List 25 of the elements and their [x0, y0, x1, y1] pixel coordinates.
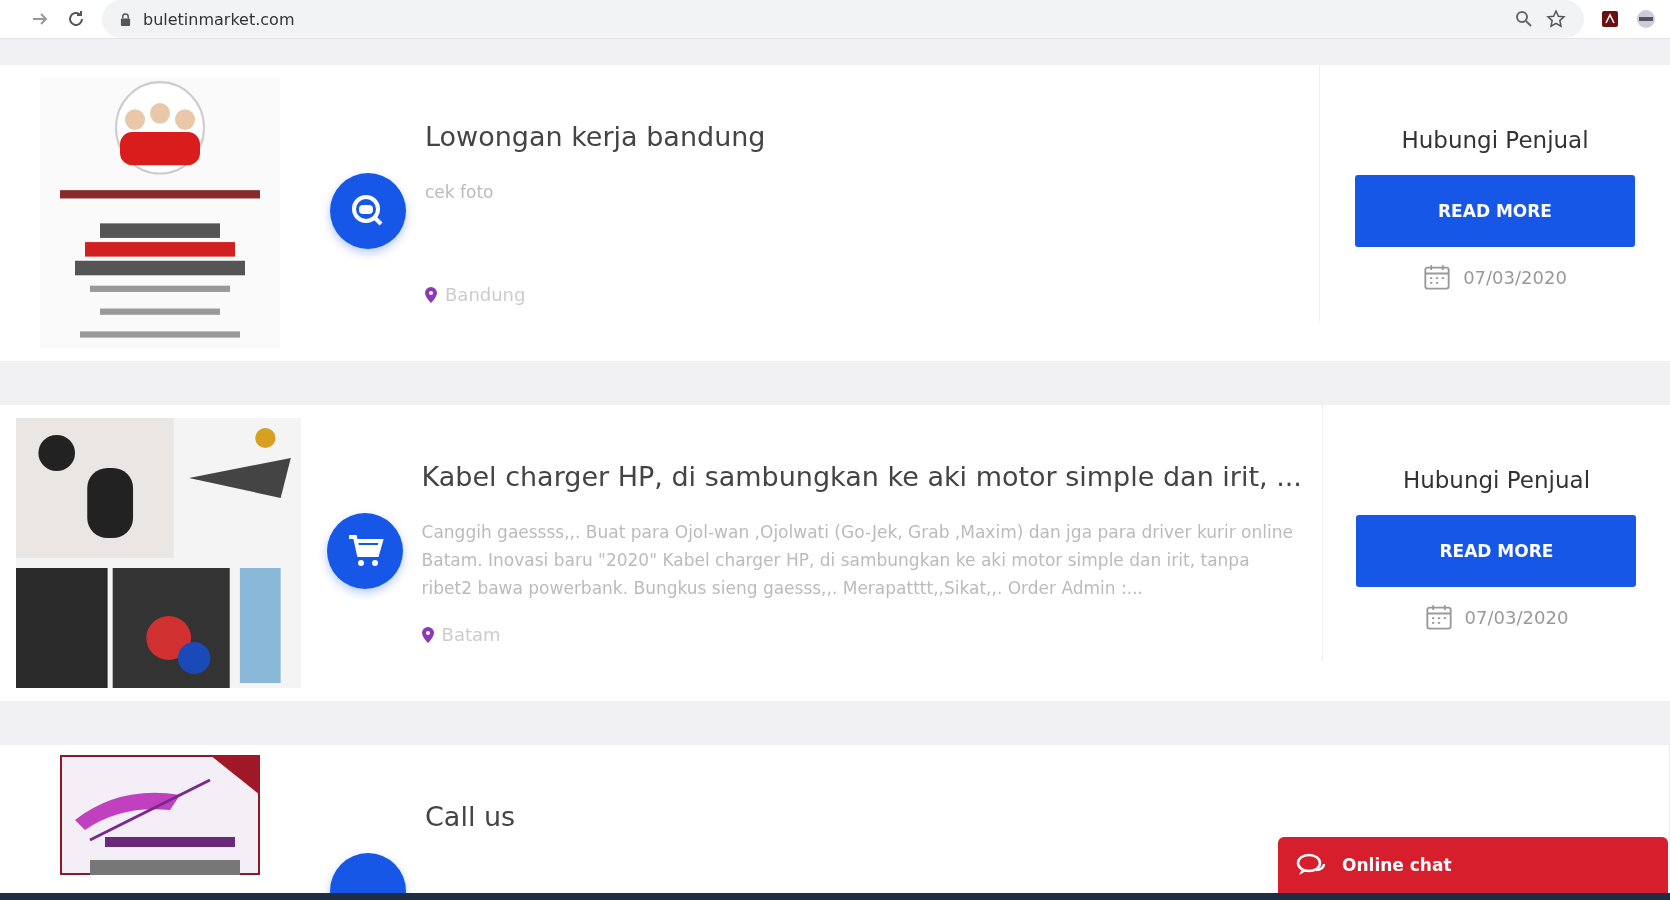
- lock-icon: [120, 12, 131, 26]
- chat-bubbles-icon: [1296, 852, 1326, 878]
- location-pin-icon: [421, 626, 434, 643]
- date-text: 07/03/2020: [1464, 606, 1569, 628]
- listing-title[interactable]: Lowongan kerja bandung: [425, 121, 1299, 152]
- calendar-icon: [1423, 263, 1452, 291]
- star-icon[interactable]: [1546, 9, 1566, 29]
- zoom-icon[interactable]: [1514, 9, 1534, 29]
- calendar-icon: [1424, 603, 1453, 631]
- listing-title[interactable]: Kabel charger HP, di sambungkan ke aki motor simple dan irit, ...: [421, 461, 1302, 492]
- date-text: 07/03/2020: [1463, 266, 1567, 288]
- read-more-button[interactable]: READ MORE: [1356, 515, 1637, 587]
- reload-icon[interactable]: [66, 9, 86, 29]
- listing-description: cek foto: [425, 181, 495, 204]
- address-bar[interactable]: buletinmarket.com: [102, 0, 1584, 38]
- listing-description: Canggih gaessss,,. Buat para Ojol-wan ,Ojolwati (Go-Jek, Grab ,Maxim) dan jga para driver kurir online Batam. Inovasi baru "2020" Kabel charger HP, di sambungkan ke aki motor simple dan irit, tanpa ribet2 bawa powerbank. Bungkus sieng gaesss,,. Merapatttt,,Sikat,,. Order Admin :...: [421, 521, 1294, 600]
- listing-title[interactable]: Call us: [425, 801, 1649, 832]
- read-more-button[interactable]: READ MORE: [1355, 175, 1635, 247]
- url-text: buletinmarket.com: [143, 9, 296, 29]
- location-pin-icon: [425, 286, 437, 303]
- contact-seller-label: Hubungi Penjual: [1402, 467, 1591, 493]
- contact-seller-label: Hubungi Penjual: [1401, 127, 1589, 153]
- extension-icon[interactable]: [1600, 9, 1620, 29]
- online-chat-button[interactable]: Online chat: [1278, 837, 1668, 893]
- profile-icon[interactable]: [1636, 9, 1656, 29]
